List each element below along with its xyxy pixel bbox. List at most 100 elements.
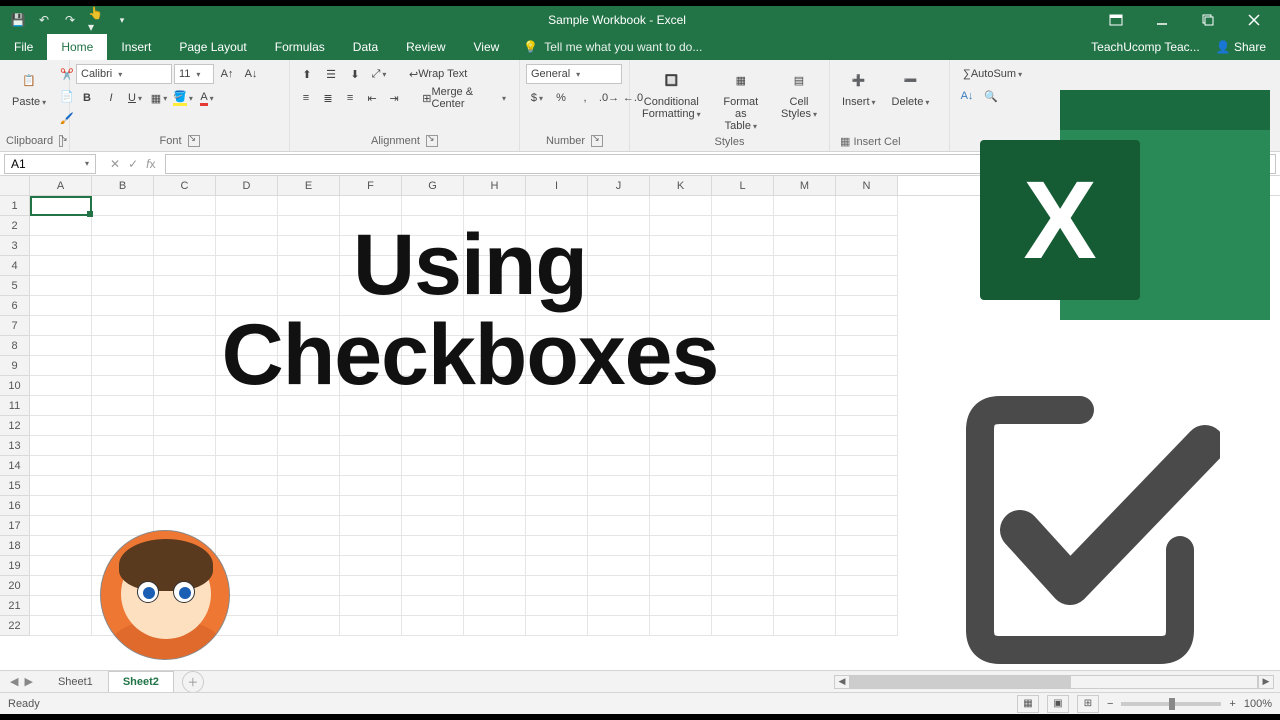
row-header[interactable]: 16 <box>0 496 30 516</box>
row-header[interactable]: 8 <box>0 336 30 356</box>
row-header[interactable]: 18 <box>0 536 30 556</box>
cell[interactable] <box>402 456 464 476</box>
number-dialog-launcher[interactable] <box>591 135 603 147</box>
column-header[interactable]: C <box>154 176 216 195</box>
clipboard-dialog-launcher[interactable] <box>59 135 63 147</box>
row-header[interactable]: 11 <box>0 396 30 416</box>
comma-format-button[interactable]: , <box>574 88 596 108</box>
column-header[interactable]: H <box>464 176 526 195</box>
cell[interactable] <box>92 476 154 496</box>
cell[interactable] <box>340 416 402 436</box>
cell[interactable] <box>278 596 340 616</box>
cell[interactable] <box>588 596 650 616</box>
font-dialog-launcher[interactable] <box>188 135 200 147</box>
cell[interactable] <box>402 556 464 576</box>
cell[interactable] <box>216 416 278 436</box>
cell[interactable] <box>774 516 836 536</box>
cell[interactable] <box>526 476 588 496</box>
cell[interactable] <box>588 576 650 596</box>
cell[interactable] <box>774 536 836 556</box>
cell[interactable] <box>340 496 402 516</box>
bold-button[interactable]: B <box>76 88 98 108</box>
cell[interactable] <box>712 196 774 216</box>
cell[interactable] <box>712 616 774 636</box>
tab-view[interactable]: View <box>460 34 514 60</box>
select-all-corner[interactable] <box>0 176 30 195</box>
cell[interactable] <box>30 436 92 456</box>
paste-button[interactable]: 📋 Paste <box>6 64 52 110</box>
cell[interactable] <box>340 556 402 576</box>
cell[interactable] <box>92 456 154 476</box>
cell[interactable] <box>154 456 216 476</box>
name-box[interactable]: A1▾ <box>4 154 96 174</box>
cell[interactable] <box>774 456 836 476</box>
cell[interactable] <box>278 616 340 636</box>
cell[interactable] <box>712 496 774 516</box>
cell[interactable] <box>30 476 92 496</box>
cell[interactable] <box>340 196 402 216</box>
cell[interactable] <box>278 516 340 536</box>
cell[interactable] <box>216 196 278 216</box>
row-header[interactable]: 3 <box>0 236 30 256</box>
row-header[interactable]: 17 <box>0 516 30 536</box>
cell[interactable] <box>464 456 526 476</box>
cell[interactable] <box>464 516 526 536</box>
cell[interactable] <box>526 496 588 516</box>
redo-icon[interactable]: ↷ <box>62 12 78 28</box>
cell[interactable] <box>774 196 836 216</box>
cell[interactable] <box>340 576 402 596</box>
cell[interactable] <box>278 556 340 576</box>
increase-decimal-button[interactable]: .0→ <box>598 88 620 108</box>
fill-color-button[interactable]: 🪣 <box>172 88 194 108</box>
column-header[interactable]: A <box>30 176 92 195</box>
minimize-button[interactable] <box>1140 6 1184 34</box>
tab-page-layout[interactable]: Page Layout <box>165 34 260 60</box>
font-color-button[interactable]: A <box>196 88 218 108</box>
cell[interactable] <box>278 456 340 476</box>
fx-icon[interactable]: fx <box>146 157 155 171</box>
insert-cells-button[interactable]: ➕ Insert <box>836 64 882 110</box>
new-sheet-button[interactable]: ＋ <box>182 671 204 693</box>
cell[interactable] <box>402 436 464 456</box>
scroll-left-button[interactable]: ◀ <box>834 675 850 689</box>
align-top-button[interactable]: ⬆ <box>296 64 318 84</box>
column-header[interactable]: D <box>216 176 278 195</box>
tab-review[interactable]: Review <box>392 34 459 60</box>
row-header[interactable]: 5 <box>0 276 30 296</box>
cell[interactable] <box>588 616 650 636</box>
cell[interactable] <box>30 596 92 616</box>
column-header[interactable]: E <box>278 176 340 195</box>
cell[interactable] <box>526 436 588 456</box>
row-header[interactable]: 13 <box>0 436 30 456</box>
tab-data[interactable]: Data <box>339 34 392 60</box>
sheet-tab-1[interactable]: Sheet1 <box>43 671 108 693</box>
cell[interactable] <box>836 616 898 636</box>
cell[interactable] <box>526 516 588 536</box>
align-left-button[interactable]: ≡ <box>296 88 316 108</box>
page-layout-view-button[interactable]: ▣ <box>1047 695 1069 713</box>
tab-formulas[interactable]: Formulas <box>261 34 339 60</box>
cell[interactable] <box>650 416 712 436</box>
cell[interactable] <box>402 496 464 516</box>
cell[interactable] <box>30 456 92 476</box>
row-header[interactable]: 6 <box>0 296 30 316</box>
column-header[interactable]: L <box>712 176 774 195</box>
cell[interactable] <box>464 496 526 516</box>
row-header[interactable]: 12 <box>0 416 30 436</box>
cell[interactable] <box>774 476 836 496</box>
cell[interactable] <box>340 596 402 616</box>
cell[interactable] <box>712 436 774 456</box>
cell[interactable] <box>340 476 402 496</box>
cell[interactable] <box>836 456 898 476</box>
cell[interactable] <box>464 616 526 636</box>
alignment-dialog-launcher[interactable] <box>426 135 438 147</box>
column-header[interactable]: F <box>340 176 402 195</box>
cell[interactable] <box>402 416 464 436</box>
cell[interactable] <box>278 496 340 516</box>
cell[interactable] <box>340 436 402 456</box>
cell[interactable] <box>588 556 650 576</box>
cell[interactable] <box>526 456 588 476</box>
cell[interactable] <box>402 476 464 496</box>
sort-filter-button[interactable]: A↓ <box>956 86 978 106</box>
cell[interactable] <box>154 496 216 516</box>
